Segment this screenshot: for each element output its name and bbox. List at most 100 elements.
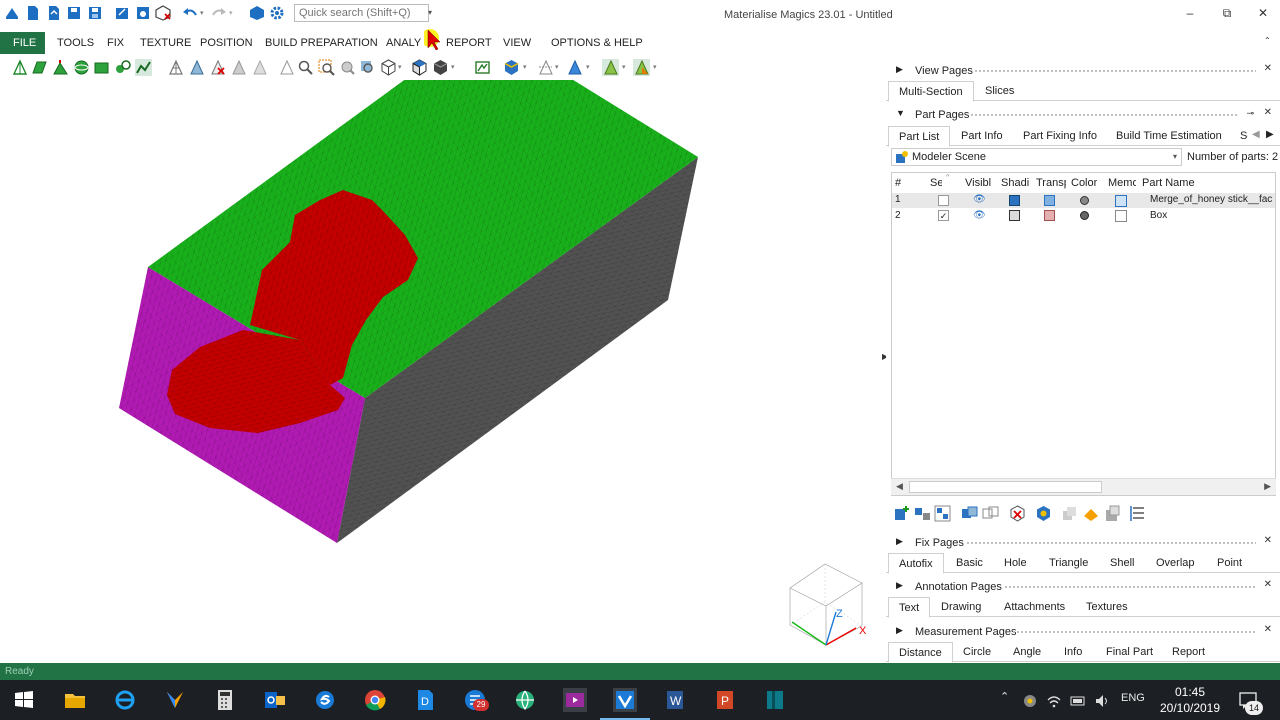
- normal-icon[interactable]: [566, 59, 583, 76]
- mark-orange-icon[interactable]: [633, 59, 650, 76]
- memo-cube-icon[interactable]: [1115, 210, 1127, 222]
- tab-overlap[interactable]: Overlap: [1156, 557, 1195, 569]
- wireframe-parts-icon[interactable]: [982, 505, 999, 522]
- remove-part-icon[interactable]: [1009, 505, 1026, 522]
- eye-icon[interactable]: 👁: [973, 194, 986, 205]
- section-view-icon[interactable]: [474, 59, 491, 76]
- collapse-arrow-icon[interactable]: ▶: [896, 625, 903, 636]
- select-sphere-icon[interactable]: [73, 59, 90, 76]
- close-icon[interactable]: ✕: [1264, 107, 1272, 118]
- mark-triangle-icon[interactable]: [167, 59, 184, 76]
- document-app-icon[interactable]: D: [413, 688, 437, 712]
- wifi-icon[interactable]: [1046, 693, 1062, 709]
- shading-cube-icon[interactable]: [1009, 195, 1020, 206]
- expand-arrow-icon[interactable]: ▼: [896, 108, 905, 118]
- minimize-button[interactable]: –: [1182, 6, 1198, 20]
- select-surface-icon[interactable]: [31, 59, 48, 76]
- part-properties-icon[interactable]: [1035, 505, 1052, 522]
- language-indicator[interactable]: ENG: [1121, 692, 1145, 704]
- col-header-memo[interactable]: Memo: [1108, 177, 1136, 189]
- menu-texture[interactable]: TEXTURE: [140, 37, 191, 49]
- tray-overflow-icon[interactable]: ⌃: [1000, 690, 1009, 703]
- search-dropdown-icon[interactable]: ▾: [428, 8, 432, 17]
- skype-icon[interactable]: [313, 688, 337, 712]
- magics-logo-icon[interactable]: [4, 5, 20, 21]
- save-icon[interactable]: [66, 5, 82, 21]
- solid-view-icon[interactable]: [432, 59, 449, 76]
- part-group-icon[interactable]: [1061, 505, 1078, 522]
- row-part-name[interactable]: Box: [1150, 210, 1167, 221]
- fixture-icon[interactable]: [1104, 505, 1121, 522]
- calculator-icon[interactable]: [213, 688, 237, 712]
- zoom-part-icon[interactable]: [359, 59, 376, 76]
- outlook-icon[interactable]: [263, 688, 287, 712]
- restore-button[interactable]: ⧉: [1219, 6, 1235, 21]
- close-icon[interactable]: ✕: [1264, 535, 1272, 546]
- tab-part-list[interactable]: Part List: [888, 126, 951, 147]
- onedrive-icon[interactable]: [1022, 693, 1038, 709]
- tab-textures[interactable]: Textures: [1086, 601, 1128, 613]
- tab-text[interactable]: Text: [888, 597, 931, 618]
- mark-green-dropdown-icon[interactable]: ▾: [622, 63, 626, 71]
- undo-dropdown-icon[interactable]: ▾: [200, 9, 204, 17]
- color-swatch[interactable]: [1080, 211, 1089, 220]
- tab-attachments[interactable]: Attachments: [1004, 601, 1065, 613]
- tab-shell[interactable]: Shell: [1110, 557, 1134, 569]
- tab-final-part[interactable]: Final Part: [1106, 646, 1153, 658]
- tab-autofix[interactable]: Autofix: [888, 553, 944, 574]
- tab-hole[interactable]: Hole: [1004, 557, 1027, 569]
- shading-cube-icon[interactable]: [1009, 210, 1020, 221]
- close-part-icon[interactable]: [155, 5, 171, 21]
- mark-orange-dropdown-icon[interactable]: ▾: [653, 63, 657, 71]
- clock[interactable]: 01:45 20/10/2019: [1150, 684, 1230, 716]
- transparency-cube-icon[interactable]: [1044, 195, 1055, 206]
- table-row[interactable]: 1 👁 Merge_of_honey stick__fac: [892, 193, 1275, 208]
- pin-icon[interactable]: ⊸: [1246, 108, 1254, 119]
- new-file-icon[interactable]: [25, 5, 41, 21]
- view-direction-dropdown-icon[interactable]: ▾: [398, 63, 402, 71]
- annotation-pages-header[interactable]: ▶ Annotation Pages ✕: [886, 576, 1280, 596]
- close-icon[interactable]: ✕: [1264, 624, 1272, 635]
- select-box-icon[interactable]: [93, 59, 110, 76]
- tab-sc[interactable]: Sc: [1240, 130, 1248, 142]
- tab-part-fixing-info[interactable]: Part Fixing Info: [1023, 130, 1097, 142]
- volume-icon[interactable]: [1094, 693, 1110, 709]
- col-header-visible[interactable]: Visibl: [965, 177, 995, 189]
- export-icon[interactable]: [114, 5, 130, 21]
- collapse-arrow-icon[interactable]: ▶: [896, 580, 903, 591]
- tab-drawing[interactable]: Drawing: [941, 601, 981, 613]
- chat-app[interactable]: 29: [463, 688, 489, 712]
- tab-angle[interactable]: Angle: [1013, 646, 1041, 658]
- magics-taskbar-icon[interactable]: [613, 688, 637, 712]
- fix-pages-header[interactable]: ▶ Fix Pages ✕: [886, 532, 1280, 552]
- tab-report[interactable]: Report: [1172, 646, 1205, 658]
- menu-fix[interactable]: FIX: [107, 37, 124, 49]
- col-header-transparency[interactable]: Transp: [1036, 177, 1066, 189]
- table-row[interactable]: 2 ✓ 👁 Box: [892, 209, 1275, 224]
- redo-dropdown-icon[interactable]: ▾: [229, 9, 233, 17]
- part-pages-header[interactable]: ▼ Part Pages ⊸ ✕: [886, 104, 1280, 124]
- chrome-icon[interactable]: [363, 688, 387, 712]
- close-icon[interactable]: ✕: [1264, 579, 1272, 590]
- menu-report[interactable]: REPORT: [446, 37, 492, 49]
- windows-start-icon[interactable]: [12, 688, 36, 712]
- select-polyline-icon[interactable]: [135, 59, 152, 76]
- row-select-checkbox[interactable]: [938, 195, 949, 206]
- tab-part-info[interactable]: Part Info: [961, 130, 1003, 142]
- select-connected-icon[interactable]: [114, 59, 131, 76]
- normal-dropdown-icon[interactable]: ▾: [586, 63, 590, 71]
- select-shell-icon[interactable]: [52, 59, 69, 76]
- tab-info[interactable]: Info: [1064, 646, 1082, 658]
- rotate-view-icon[interactable]: [278, 59, 295, 76]
- measure-icon[interactable]: [537, 59, 554, 76]
- transparency-cube-icon[interactable]: [1044, 210, 1055, 221]
- internet-explorer-icon[interactable]: [113, 688, 137, 712]
- memo-cube-icon[interactable]: [1115, 195, 1127, 207]
- close-window-button[interactable]: ✕: [1255, 6, 1271, 20]
- scrollbar-thumb[interactable]: [909, 481, 1102, 493]
- menu-options-help[interactable]: OPTIONS & HELP: [551, 37, 643, 49]
- ribbon-collapse-icon[interactable]: ⌃: [1264, 36, 1271, 45]
- teal-app-icon[interactable]: [763, 688, 787, 712]
- tab-basic[interactable]: Basic: [956, 557, 983, 569]
- tabs-scroll-left-icon[interactable]: ◀: [1252, 129, 1260, 140]
